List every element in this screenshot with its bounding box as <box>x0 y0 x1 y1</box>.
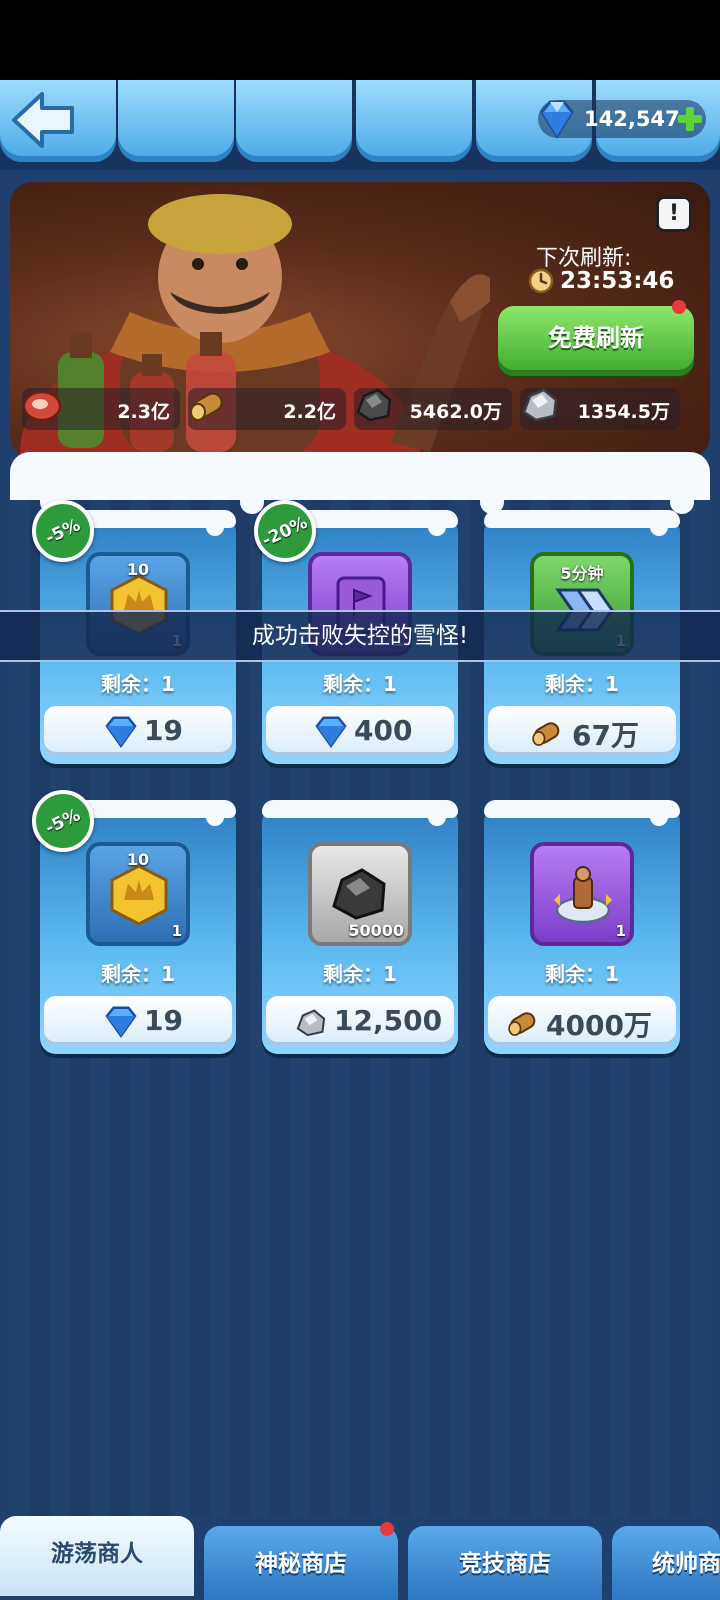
toast-message: 成功击败失控的雪怪! <box>0 610 720 662</box>
discount-value: -20% <box>259 512 311 552</box>
shop-item-card[interactable]: 50000 剩余：1 12,500 <box>262 800 458 1054</box>
wood-log-icon <box>532 722 560 746</box>
remaining-label: 剩余：1 <box>101 962 175 986</box>
item-count: 50000 <box>348 921 404 940</box>
item-slot: 10 1 <box>86 842 190 946</box>
discount-badge: -5% <box>32 500 94 562</box>
back-button[interactable] <box>8 88 78 152</box>
price-value: 19 <box>144 714 183 747</box>
coal-amount: 5462.0万 <box>409 401 502 423</box>
resource-row: 2.3亿 2.2亿 5462.0万 1354.5万 <box>10 388 710 434</box>
notification-dot <box>672 300 686 314</box>
tab-arena-shop[interactable]: 竞技商店 <box>408 1526 602 1600</box>
gem-count: 142,547 <box>584 107 680 131</box>
buy-button[interactable]: 67万 <box>488 706 676 756</box>
info-button[interactable]: ! <box>656 196 692 232</box>
wood-log-icon <box>508 1012 536 1036</box>
back-arrow-icon <box>12 92 74 148</box>
gem-icon <box>105 716 137 748</box>
price-value: 67万 <box>572 719 639 752</box>
buy-button[interactable]: 19 <box>44 706 232 756</box>
discount-value: -5% <box>42 515 84 549</box>
top-bar: 142,547 <box>0 80 720 170</box>
item-top-count: 5分钟 <box>560 564 604 583</box>
price-value: 19 <box>144 1004 183 1037</box>
add-gems-button[interactable] <box>676 105 704 133</box>
merchant-banner: ! 下次刷新: 23:53:46 免费刷新 2.3亿 2.2亿 5462.0万 … <box>10 182 710 458</box>
gem-icon <box>105 1006 137 1038</box>
buy-button[interactable]: 400 <box>266 706 454 756</box>
item-slot: 50000 <box>308 842 412 946</box>
item-top-count: 10 <box>126 850 150 869</box>
notification-dot <box>380 1522 394 1536</box>
coal-ore-icon <box>356 388 392 422</box>
shop-item-card[interactable]: 1 剩余：1 4000万 <box>484 800 680 1054</box>
remaining-label: 剩余：1 <box>545 962 619 986</box>
remaining-label: 剩余：1 <box>101 672 175 696</box>
hero-statue-icon <box>554 866 612 924</box>
iron-ore-icon <box>522 388 558 422</box>
discount-value: -5% <box>42 805 84 839</box>
item-slot: 1 <box>530 842 634 946</box>
iron-ore-icon <box>296 1009 326 1037</box>
buy-button[interactable]: 12,500 <box>266 996 454 1046</box>
timer-value: 23:53:46 <box>560 268 675 294</box>
top-tab-decor <box>236 80 352 162</box>
resource-coal: 5462.0万 <box>354 388 512 430</box>
coal-ore-icon <box>332 868 386 920</box>
meat-icon <box>22 390 62 422</box>
price-value: 400 <box>354 714 413 747</box>
snow-lip <box>10 452 710 514</box>
gem-counter: 142,547 <box>538 100 706 139</box>
refresh-timer: 23:53:46 <box>528 268 674 294</box>
remaining-label: 剩余：1 <box>323 672 397 696</box>
item-count: 1 <box>615 922 626 940</box>
item-count: 1 <box>171 922 182 940</box>
tab-commander-shop[interactable]: 统帅商 <box>612 1526 720 1600</box>
tab-mystery-shop[interactable]: 神秘商店 <box>204 1526 398 1600</box>
gem-icon <box>315 716 347 748</box>
discount-badge: -5% <box>32 790 94 852</box>
discount-badge: -20% <box>254 500 316 562</box>
iron-amount: 1354.5万 <box>577 401 670 423</box>
top-tab-decor <box>356 80 472 162</box>
gem-icon <box>540 100 574 139</box>
free-refresh-button[interactable]: 免费刷新 <box>498 306 694 376</box>
resource-iron: 1354.5万 <box>520 388 680 430</box>
tab-wandering-merchant[interactable]: 游荡商人 <box>0 1516 194 1596</box>
top-tab-decor <box>118 80 234 162</box>
remaining-label: 剩余：1 <box>323 962 397 986</box>
meat-amount: 2.3亿 <box>117 401 170 423</box>
gold-crown-badge-icon <box>110 864 168 926</box>
clock-icon <box>528 268 554 294</box>
buy-button[interactable]: 19 <box>44 996 232 1046</box>
remaining-label: 剩余：1 <box>545 672 619 696</box>
resource-meat: 2.3亿 <box>22 388 180 430</box>
wood-amount: 2.2亿 <box>283 401 336 423</box>
item-top-count: 10 <box>126 560 150 579</box>
price-value: 4000万 <box>546 1009 652 1042</box>
buy-button[interactable]: 4000万 <box>488 996 676 1046</box>
wood-log-icon <box>190 392 224 421</box>
status-bar <box>0 0 720 80</box>
price-value: 12,500 <box>334 1004 443 1037</box>
resource-wood: 2.2亿 <box>188 388 346 430</box>
